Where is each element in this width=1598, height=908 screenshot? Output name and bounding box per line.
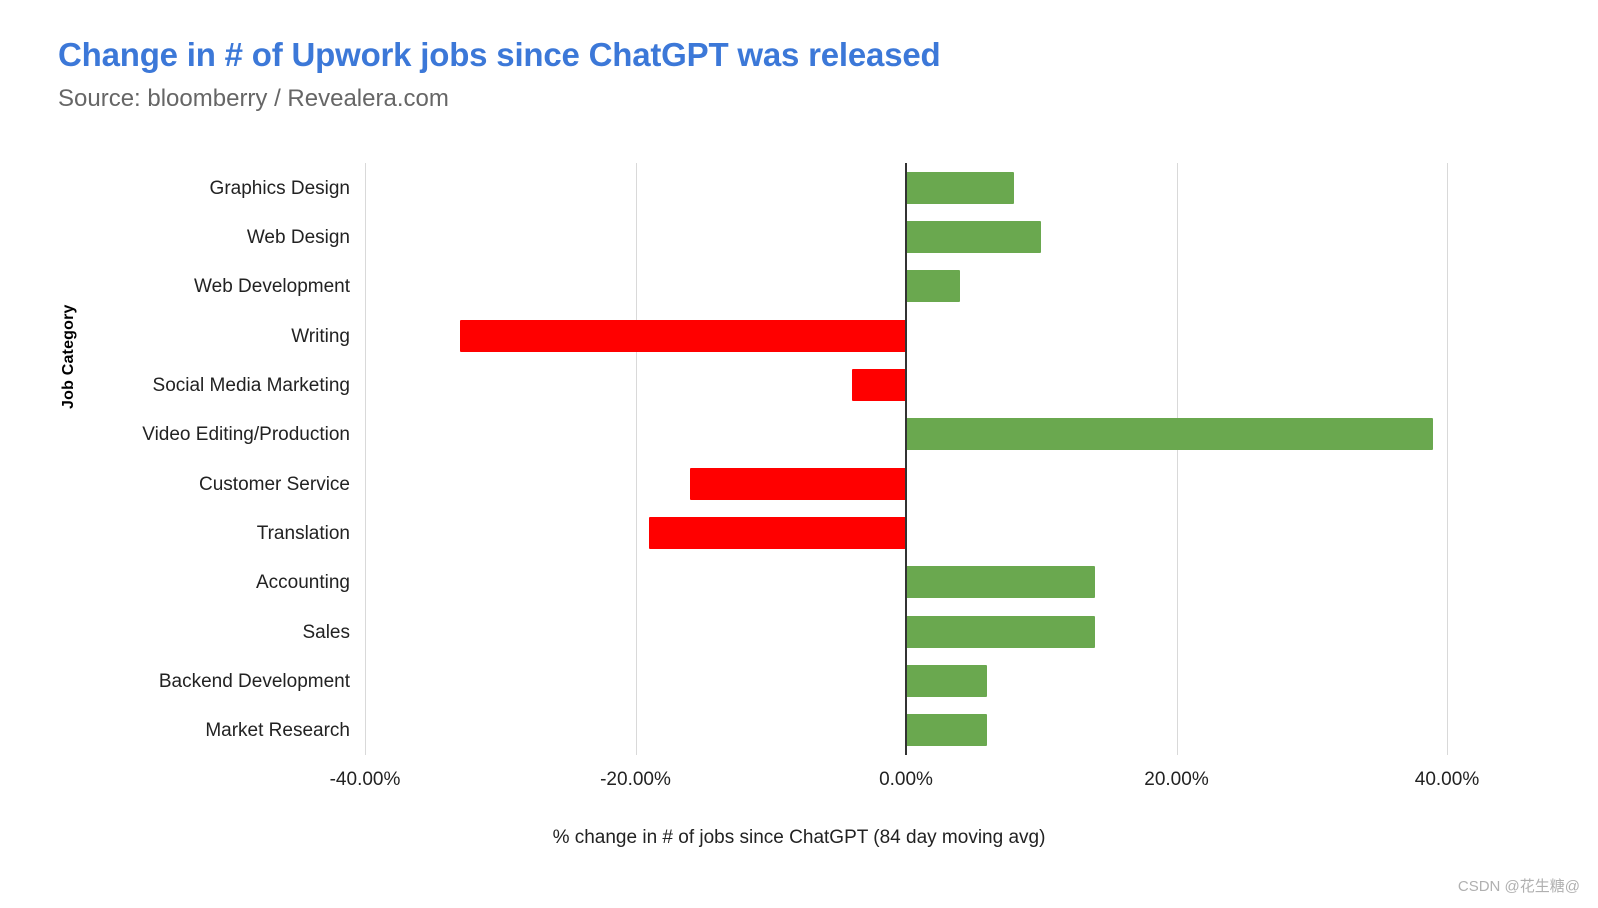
x-axis-tick-label: -20.00% <box>600 769 671 790</box>
bar[interactable] <box>906 714 988 747</box>
x-axis-tick-label: 0.00% <box>879 769 933 790</box>
bar[interactable] <box>851 368 906 401</box>
y-axis-category-label: Customer Service <box>199 473 350 495</box>
gridline <box>1447 163 1448 755</box>
y-axis-category-label: Graphics Design <box>209 177 350 199</box>
x-axis-tick-label: 40.00% <box>1414 769 1480 790</box>
chart-page: Change in # of Upwork jobs since ChatGPT… <box>0 0 1598 908</box>
watermark: CSDN @花生糖@ <box>1457 878 1580 895</box>
y-axis-category-label: Video Editing/Production <box>142 424 350 446</box>
bar[interactable] <box>459 319 906 352</box>
y-axis-category-label: Writing <box>291 325 350 347</box>
y-axis-category-label: Market Research <box>205 720 350 742</box>
x-axis-tick-label: -40.00% <box>329 769 401 790</box>
y-axis-category-label: Accounting <box>255 572 350 594</box>
bar[interactable] <box>906 270 961 303</box>
bar[interactable] <box>906 664 988 697</box>
y-axis-title: Job Category <box>60 304 77 409</box>
zero-axis-line <box>905 163 907 755</box>
y-axis-category-label: Translation <box>256 523 350 544</box>
y-axis-category-label: Web Development <box>194 276 350 298</box>
bar[interactable] <box>649 516 906 549</box>
bar[interactable] <box>906 171 1015 204</box>
y-axis-category-label: Sales <box>302 621 350 643</box>
bar[interactable] <box>906 418 1434 451</box>
chart-canvas: Job Category Graphics Design Web Design We… <box>0 0 1598 908</box>
bar[interactable] <box>906 615 1096 648</box>
bar[interactable] <box>906 566 1096 599</box>
y-axis-category-label: Social Media Marketing <box>152 375 350 396</box>
y-axis-category-label: Backend Development <box>158 671 350 692</box>
bar[interactable] <box>906 220 1042 253</box>
x-axis-tick-label: 20.00% <box>1144 769 1209 790</box>
x-axis-title: % change in # of jobs since ChatGPT (84 … <box>552 827 1046 848</box>
y-axis-category-label: Web Design <box>246 227 350 248</box>
plot-area <box>365 163 1448 755</box>
bar[interactable] <box>689 467 906 500</box>
